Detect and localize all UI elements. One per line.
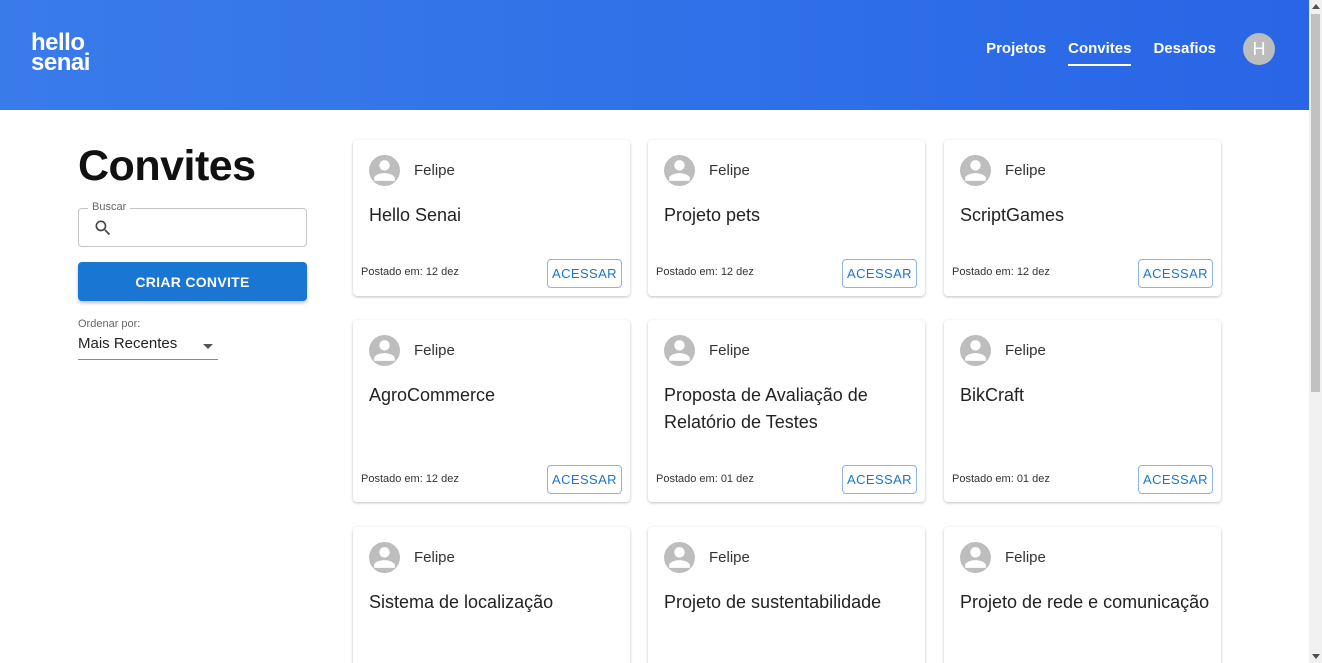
page: hello senai Projetos Convites Desafios H… [0, 0, 1322, 663]
card-date: Postado em: 12 dez [361, 473, 459, 485]
card-title: Projeto de sustentabilidade [664, 592, 882, 612]
nav-desafios[interactable]: Desafios [1153, 38, 1216, 66]
card-title: Hello Senai [369, 205, 462, 225]
main-nav: Projetos Convites Desafios H [964, 33, 1275, 66]
person-avatar-icon [664, 155, 695, 186]
person-avatar-icon [960, 335, 991, 366]
card-title: Projeto pets [664, 205, 761, 225]
person-avatar-icon [960, 155, 991, 186]
search-icon [95, 220, 111, 236]
card-author: Felipe [414, 342, 455, 359]
card-title: AgroCommerce [369, 385, 496, 405]
sort-label: Ordenar por: [78, 318, 141, 330]
access-button[interactable]: ACESSAR [1138, 259, 1213, 288]
card-author: Felipe [709, 549, 750, 566]
search-label: Buscar [88, 201, 131, 213]
scroll-up-icon[interactable] [1312, 4, 1320, 9]
invite-card: Felipe BikCraft Postado em: 01 dez ACESS… [944, 320, 1221, 502]
create-invite-button[interactable]: CRIAR CONVITE [78, 262, 307, 301]
vertical-scrollbar[interactable] [1309, 0, 1322, 663]
card-date: Postado em: 01 dez [656, 473, 754, 485]
invite-card: Felipe Projeto pets Postado em: 12 dez A… [648, 140, 925, 296]
search-field[interactable]: Buscar [78, 201, 307, 247]
card-author: Felipe [1005, 342, 1046, 359]
invite-card: Felipe AgroCommerce Postado em: 12 dez A… [353, 320, 630, 502]
card-author: Felipe [1005, 162, 1046, 179]
scrollbar-thumb[interactable] [1311, 14, 1320, 392]
invite-card: Felipe Projeto de sustentabilidade [648, 527, 925, 663]
person-avatar-icon [664, 542, 695, 573]
invite-card: Felipe Proposta de Avaliação de Relatóri… [648, 320, 925, 502]
person-avatar-icon [664, 335, 695, 366]
card-author: Felipe [414, 549, 455, 566]
logo-line-2: senai [31, 49, 90, 76]
top-header: hello senai Projetos Convites Desafios H [0, 0, 1309, 110]
nav-projetos[interactable]: Projetos [986, 38, 1046, 66]
card-title: Projeto de rede e comunicação [960, 592, 1210, 612]
card-date: Postado em: 12 dez [361, 266, 459, 278]
nav-convites[interactable]: Convites [1068, 38, 1132, 66]
page-title: Convites [78, 142, 256, 190]
invite-card: Felipe ScriptGames Postado em: 12 dez AC… [944, 140, 1221, 296]
invite-card: Felipe Projeto de rede e comunicação [944, 527, 1221, 663]
person-avatar-icon [369, 155, 400, 186]
sort-value: Mais Recentes [78, 335, 178, 352]
scroll-down-icon[interactable] [1312, 654, 1320, 659]
card-author: Felipe [709, 162, 750, 179]
card-title: ScriptGames [960, 205, 1065, 225]
card-title: Proposta de Avaliação de Relatório de Te… [664, 385, 868, 432]
card-title: Sistema de localização [369, 592, 554, 612]
person-avatar-icon [369, 542, 400, 573]
card-title: BikCraft [960, 385, 1025, 405]
access-button[interactable]: ACESSAR [1138, 465, 1213, 494]
card-author: Felipe [414, 162, 455, 179]
user-avatar[interactable]: H [1243, 33, 1275, 65]
access-button[interactable]: ACESSAR [547, 259, 622, 288]
card-author: Felipe [1005, 549, 1046, 566]
access-button[interactable]: ACESSAR [547, 465, 622, 494]
card-author: Felipe [709, 342, 750, 359]
access-button[interactable]: ACESSAR [842, 259, 917, 288]
sort-select[interactable]: Mais Recentes [78, 333, 218, 360]
person-avatar-icon [960, 542, 991, 573]
hello-senai-logo[interactable]: hello senai [31, 31, 111, 76]
card-date: Postado em: 12 dez [656, 266, 754, 278]
person-avatar-icon [369, 335, 400, 366]
search-input[interactable] [121, 215, 301, 241]
invite-card: Felipe Hello Senai Postado em: 12 dez AC… [353, 140, 630, 296]
card-date: Postado em: 01 dez [952, 473, 1050, 485]
card-date: Postado em: 12 dez [952, 266, 1050, 278]
access-button[interactable]: ACESSAR [842, 465, 917, 494]
caret-down-icon [203, 344, 213, 349]
invite-card: Felipe Sistema de localização [353, 527, 630, 663]
